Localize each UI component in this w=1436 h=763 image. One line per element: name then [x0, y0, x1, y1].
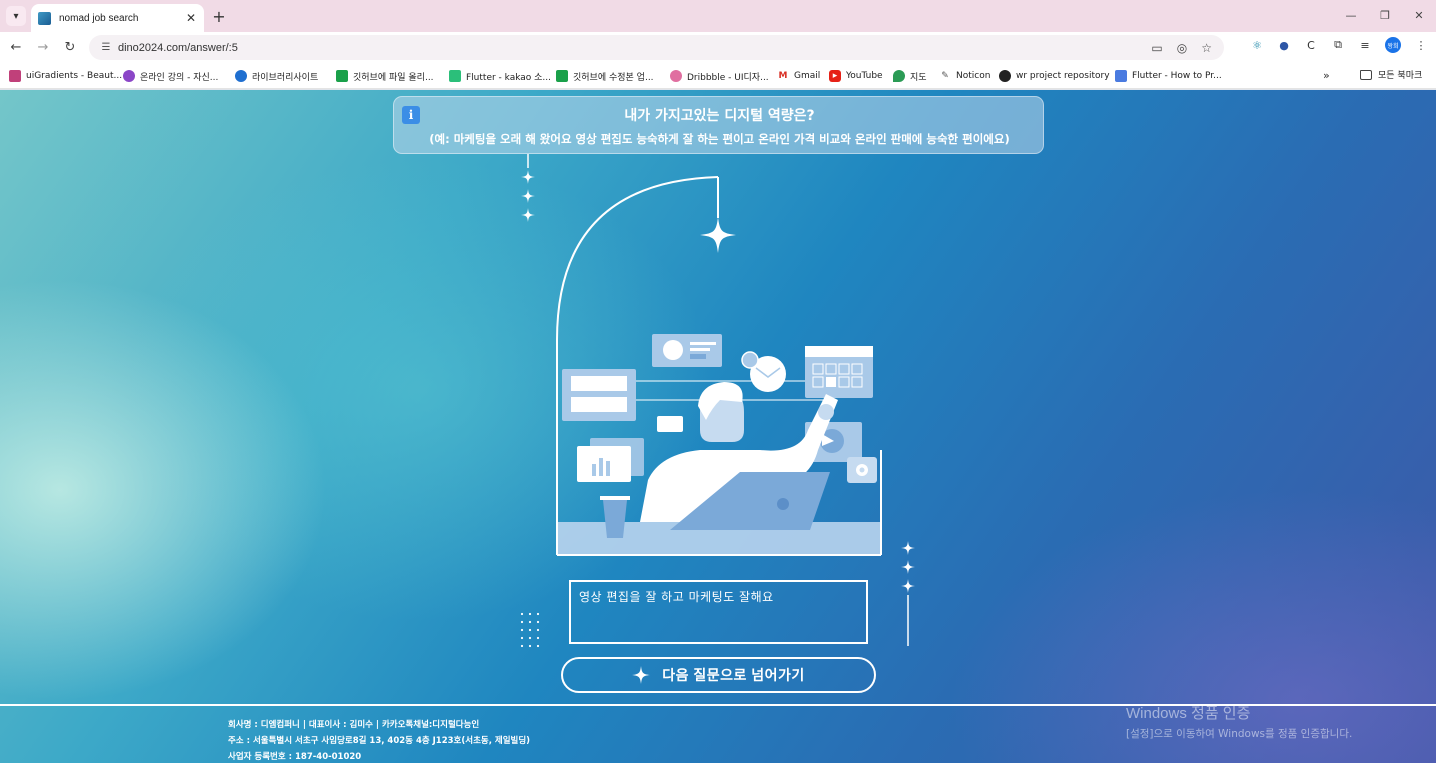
footer-address: 주소 : 서울특별시 서초구 사임당로8길 13, 402동 4층 J123호(…: [228, 736, 531, 746]
bookmark-favicon-icon: [449, 70, 461, 82]
chat-bubble-graphic: [657, 416, 683, 432]
restore-icon[interactable]: ❐: [1368, 0, 1402, 30]
install-app-icon[interactable]: ▭: [1151, 41, 1162, 55]
address-bar[interactable]: ☰ dino2024.com/answer/:5 ▭ ◎ ☆: [89, 35, 1224, 60]
sparkle-icon: [901, 579, 915, 593]
bookmark-item[interactable]: 깃허브에 파일 올리...: [336, 69, 434, 83]
new-tab-plus-icon[interactable]: +: [209, 6, 229, 26]
profile-avatar[interactable]: 왕희: [1385, 37, 1401, 53]
reload-icon[interactable]: ↻: [60, 38, 80, 56]
footer-company: 회사명 : 디엠컴퍼니 | 대표이사 : 김미수 | 카카오톡채널:디지털다능인: [228, 720, 480, 730]
next-question-label: 다음 질문으로 넘어가기: [662, 667, 805, 683]
map-pin-icon: [893, 70, 905, 82]
close-window-icon[interactable]: ✕: [1402, 0, 1436, 30]
back-arrow-icon[interactable]: ←: [6, 38, 26, 56]
site-favicon-icon: [38, 11, 51, 25]
puzzle-icon[interactable]: ⧉: [1331, 38, 1345, 52]
doc-icon: [1115, 70, 1127, 82]
extensions-area: ⚛ ● C ⧉ ≡ 왕희 ⋮: [1250, 37, 1428, 53]
site-settings-icon[interactable]: ☰: [96, 42, 116, 53]
bookmark-favicon-icon: [670, 70, 682, 82]
more-bookmarks-chevron-icon[interactable]: »: [1323, 69, 1330, 82]
bookmark-item[interactable]: Flutter - kakao 소...: [449, 69, 551, 83]
bookmark-item[interactable]: Flutter - How to Pr...: [1115, 69, 1222, 83]
window-controls: — ❐ ✕: [1334, 0, 1436, 30]
coffee-cup-graphic: [600, 496, 630, 500]
windows-activation-title: Windows 정품 인증: [1126, 705, 1251, 722]
tab-close-icon[interactable]: ✕: [182, 11, 200, 25]
bookmark-favicon-icon: [336, 70, 348, 82]
bookmark-item[interactable]: 지도: [893, 69, 927, 83]
bookmarks-bar: uiGradients - Beaut... 온라인 강의 - 자신... 라이…: [0, 62, 1436, 89]
kebab-menu-icon[interactable]: ⋮: [1414, 39, 1428, 52]
bookmark-favicon-icon: [235, 70, 247, 82]
bookmark-item[interactable]: ▸ YouTube: [829, 69, 883, 83]
bookmark-item[interactable]: wr project repository: [999, 69, 1110, 83]
folder-icon: [1360, 69, 1372, 80]
media-queue-icon[interactable]: ≡: [1358, 39, 1372, 52]
bookmark-favicon-icon: [9, 70, 21, 82]
footer-business-number: 사업자 등록번호 : 187-40-01020: [228, 752, 362, 762]
url-text[interactable]: dino2024.com/answer/:5: [118, 42, 1151, 54]
bookmark-item[interactable]: ✎ Noticon: [939, 69, 990, 83]
sparkle-icon: [901, 560, 915, 574]
noticon-icon: ✎: [939, 70, 951, 82]
tab-title: nomad job search: [59, 12, 139, 24]
bookmark-favicon-icon: [556, 70, 568, 82]
bookmark-item[interactable]: Dribbble - UI디자...: [670, 69, 769, 83]
bookmark-star-icon[interactable]: ☆: [1201, 41, 1212, 55]
github-icon: [999, 70, 1011, 82]
next-question-button[interactable]: 다음 질문으로 넘어가기: [561, 657, 876, 693]
minimize-icon[interactable]: —: [1334, 0, 1368, 30]
bar-chart-card-graphic: [577, 446, 631, 482]
bookmark-item[interactable]: 라이브러리사이트: [235, 69, 318, 83]
windows-activation-watermark: Windows 정품 인증 [설정]으로 이동하여 Windows를 정품 인증…: [1126, 702, 1352, 741]
footer: 회사명 : 디엠컴퍼니 | 대표이사 : 김미수 | 카카오톡채널:디지털다능인…: [228, 717, 530, 763]
browser-tab[interactable]: nomad job search ✕: [31, 4, 204, 32]
dot-grid-decoration: [520, 612, 540, 648]
forward-arrow-icon[interactable]: →: [33, 38, 53, 56]
sparkle-icon: [521, 208, 535, 222]
globe-extension-icon[interactable]: ●: [1277, 39, 1291, 52]
sparkle-icon: [632, 666, 651, 684]
gmail-icon: M: [777, 70, 789, 82]
sparkle-icon: [521, 170, 535, 184]
answer-textarea[interactable]: 영상 편집을 잘 하고 마케팅도 잘해요: [569, 580, 868, 644]
code-extension-icon[interactable]: C: [1304, 39, 1318, 52]
youtube-icon: ▸: [829, 70, 841, 82]
eye-off-icon[interactable]: ◎: [1177, 41, 1187, 55]
bookmark-item[interactable]: 깃허브에 수정본 업...: [556, 69, 654, 83]
bookmark-item[interactable]: M Gmail: [777, 69, 820, 83]
sparkle-icon: [521, 189, 535, 203]
bookmark-favicon-icon: [123, 70, 135, 82]
bookmark-item[interactable]: 온라인 강의 - 자신...: [123, 69, 218, 83]
profile-card-graphic: [652, 334, 722, 367]
browser-toolbar: ← → ↻ ☰ dino2024.com/answer/:5 ▭ ◎ ☆ ⚛ ●…: [0, 32, 1436, 62]
page-viewport: i 내가 가지고있는 디지털 역량은? (예: 마케팅을 오래 해 왔어요 영상…: [0, 90, 1436, 763]
tab-search-icon[interactable]: ▾: [6, 6, 26, 26]
windows-activation-subtitle: [설정]으로 이동하여 Windows를 정품 인증합니다.: [1126, 728, 1353, 740]
answer-text[interactable]: 영상 편집을 잘 하고 마케팅도 잘해요: [579, 588, 774, 605]
sparkle-icon: [901, 541, 915, 555]
all-bookmarks-button[interactable]: 모든 북마크: [1360, 68, 1422, 81]
react-devtools-icon[interactable]: ⚛: [1250, 39, 1264, 52]
tab-strip: ▾ nomad job search ✕ + — ❐ ✕: [0, 0, 1436, 32]
big-sparkle-icon: [700, 217, 736, 253]
bookmark-item[interactable]: uiGradients - Beaut...: [9, 69, 122, 83]
